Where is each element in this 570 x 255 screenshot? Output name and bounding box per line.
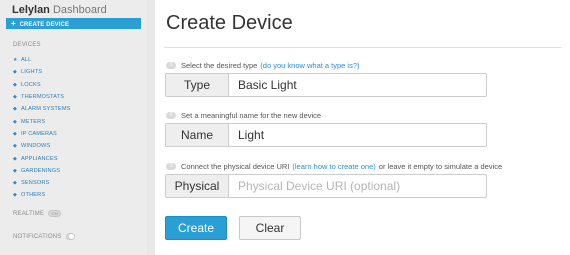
realtime-label: REALTIME [13, 210, 45, 217]
sidebar-item-gardenings[interactable]: ◆ GARDENINGS [13, 165, 71, 177]
sidebar-item-thermostats[interactable]: ◆ THERMOSTATS [13, 91, 71, 103]
type-field-label: Type [166, 74, 229, 96]
sidebar-item-label: METERS [21, 118, 46, 125]
page-title: Create Device [166, 12, 293, 34]
sidebar-item-label: SENSORS [21, 180, 50, 187]
create-device-button[interactable]: + CREATE DEVICE [6, 18, 141, 29]
sidebar-item-ip-cameras[interactable]: ◆ IP CAMERAS [13, 128, 71, 140]
step-2-instruction: 2 Set a meaningful name for the new devi… [166, 111, 321, 120]
device-category-list: ★ ALL ◆ LIGHTS ◆ LOCKS ◆ THERMOSTATS ◆ A… [13, 54, 71, 202]
tag-icon: ◆ [13, 155, 17, 162]
realtime-setting: REALTIME ON [13, 210, 62, 217]
sidebar-item-all[interactable]: ★ ALL [13, 54, 71, 66]
tag-icon: ◆ [13, 192, 17, 199]
step-text: Set a meaningful name for the new device [181, 111, 322, 120]
name-input[interactable] [229, 124, 486, 146]
realtime-toggle-text: ON [51, 211, 58, 216]
step-number: 2 [166, 112, 176, 119]
sidebar-item-label: ALARM SYSTEMS [21, 106, 71, 113]
sidebar-item-label: THERMOSTATS [21, 94, 65, 101]
tag-icon: ◆ [13, 180, 17, 187]
devices-heading: DEVICES [13, 42, 41, 48]
tag-icon: ◆ [13, 69, 17, 76]
sidebar-item-label: WINDOWS [21, 143, 51, 150]
toggle-knob [68, 234, 74, 239]
tag-icon: ◆ [13, 167, 17, 174]
type-field: Type [165, 73, 487, 97]
notifications-setting: NOTIFICATIONS [13, 233, 75, 240]
tag-icon: ◆ [13, 81, 17, 88]
sidebar-item-appliances[interactable]: ◆ APPLIANCES [13, 152, 71, 164]
main-panel: Create Device 1 Select the desired type … [155, 0, 570, 255]
physical-uri-input[interactable] [229, 175, 486, 197]
app-brand[interactable]: Lelylan Dashboard [12, 4, 107, 16]
name-field: Name [165, 123, 487, 147]
type-input[interactable] [229, 74, 486, 96]
step-number: 1 [166, 62, 176, 69]
sidebar-item-label: APPLIANCES [21, 155, 58, 162]
sidebar-item-sensors[interactable]: ◆ SENSORS [13, 177, 71, 189]
tag-icon: ◆ [13, 118, 17, 125]
sidebar-item-others[interactable]: ◆ OTHERS [13, 189, 71, 201]
tag-icon: ◆ [13, 106, 17, 113]
create-button[interactable]: Create [165, 216, 227, 240]
star-icon: ★ [13, 57, 18, 64]
physical-field-label: Physical [166, 175, 229, 197]
realtime-toggle[interactable]: ON [48, 210, 62, 217]
sidebar: Lelylan Dashboard + CREATE DEVICE DEVICE… [0, 0, 147, 255]
step-text: Connect the physical device URI [181, 162, 290, 171]
clear-button[interactable]: Clear [239, 216, 301, 240]
brand-subtitle: Dashboard [52, 4, 107, 16]
sidebar-item-windows[interactable]: ◆ WINDOWS [13, 140, 71, 152]
sidebar-item-locks[interactable]: ◆ LOCKS [13, 79, 71, 91]
sidebar-item-label: IP CAMERAS [21, 130, 57, 137]
sidebar-item-meters[interactable]: ◆ METERS [13, 115, 71, 127]
create-device-label: CREATE DEVICE [19, 22, 70, 28]
notifications-label: NOTIFICATIONS [13, 233, 62, 240]
brand-name: Lelylan [12, 4, 50, 16]
sidebar-item-label: ALL [21, 57, 32, 64]
uri-help-link[interactable]: (learn how to create one) [292, 162, 375, 171]
sidebar-item-alarm-systems[interactable]: ◆ ALARM SYSTEMS [13, 103, 71, 115]
tag-icon: ◆ [13, 94, 17, 101]
sidebar-item-label: LOCKS [21, 81, 41, 88]
sidebar-item-lights[interactable]: ◆ LIGHTS [13, 66, 71, 78]
step-3-instruction: 3 Connect the physical device URI (learn… [166, 162, 502, 171]
name-field-label: Name [166, 124, 229, 146]
title-divider [164, 47, 562, 48]
sidebar-item-label: GARDENINGS [21, 167, 61, 174]
step-text: Select the desired type [181, 61, 258, 70]
plus-icon: + [11, 19, 16, 28]
tag-icon: ◆ [13, 130, 17, 137]
step-1-instruction: 1 Select the desired type (do you know w… [166, 61, 363, 70]
sidebar-item-label: OTHERS [21, 192, 46, 199]
step-text-after: or leave it empty to simulate a device [378, 162, 503, 171]
step-number: 3 [166, 163, 176, 170]
type-help-link[interactable]: (do you know what a type is?) [260, 61, 359, 70]
tag-icon: ◆ [13, 143, 17, 150]
sidebar-item-label: LIGHTS [21, 69, 43, 76]
physical-field: Physical [165, 174, 487, 198]
notifications-toggle[interactable] [65, 233, 75, 240]
